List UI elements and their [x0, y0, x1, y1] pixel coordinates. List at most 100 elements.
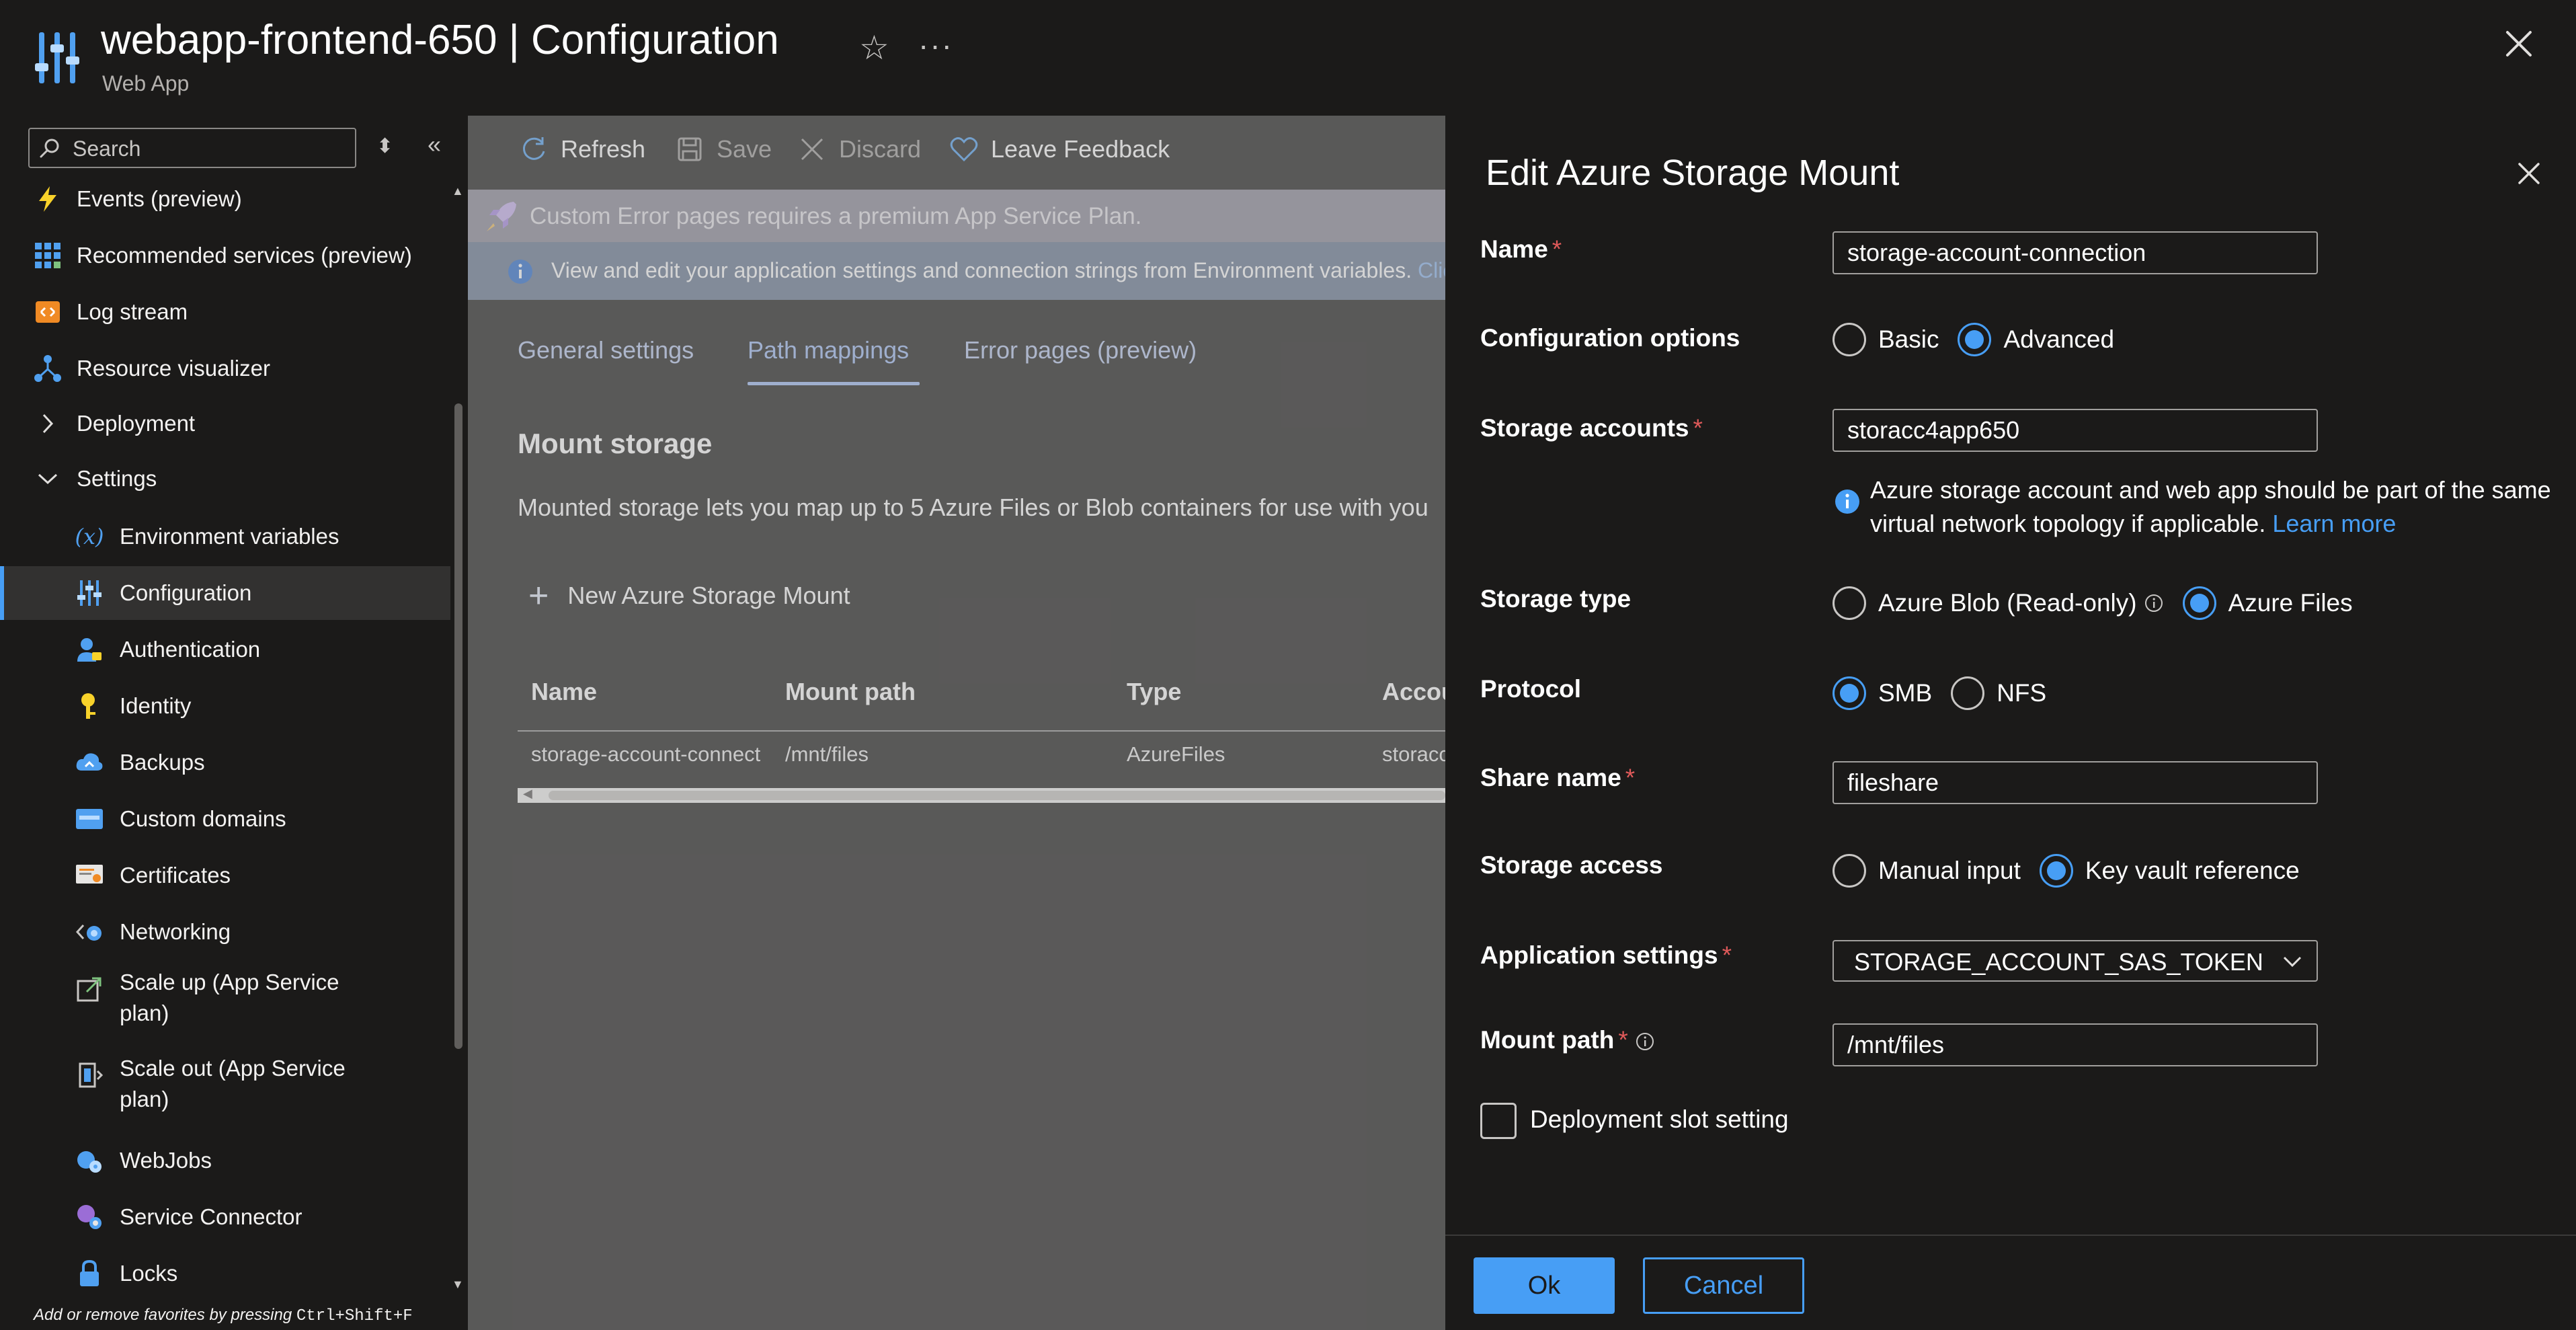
sidebar-item-certificates[interactable]: Certificates	[0, 849, 450, 902]
favorite-star-icon[interactable]: ☆	[859, 28, 889, 67]
storage-accounts-label: Storage accounts *	[1480, 414, 1703, 442]
sidebar-item-label: Log stream	[77, 299, 188, 324]
protocol-nfs-radio[interactable]: NFS	[1951, 676, 2046, 710]
authentication-icon	[75, 635, 104, 664]
radio-circle[interactable]	[2039, 854, 2073, 888]
sidebar-item-label: Scale out (App Service plan)	[120, 1056, 346, 1111]
chevron-down-icon	[2283, 956, 2302, 968]
sidebar-item-scale-out[interactable]: Scale out (App Service plan)	[0, 1046, 450, 1120]
required-marker: *	[1618, 1026, 1628, 1054]
custom-domains-icon	[75, 805, 104, 833]
deployment-slot-label: Deployment slot setting	[1530, 1105, 1789, 1133]
radio-circle[interactable]	[1833, 586, 1866, 620]
resource-visualizer-icon	[34, 354, 62, 383]
mount-path-input[interactable]	[1833, 1023, 2318, 1066]
close-panel-icon[interactable]	[2515, 160, 2542, 187]
sidebar-item-label: Networking	[120, 919, 231, 944]
more-options-icon[interactable]: ···	[918, 27, 953, 63]
protocol-smb-label: SMB	[1878, 679, 1933, 707]
sidebar-item-deployment[interactable]: Deployment	[0, 397, 450, 451]
sidebar-item-scale-up[interactable]: Scale up (App Service plan)	[0, 960, 450, 1034]
page-subtitle: Web App	[102, 71, 190, 95]
application-settings-dropdown[interactable]: STORAGE_ACCOUNT_SAS_TOKEN	[1833, 940, 2318, 982]
favorites-hint: Add or remove favorites by pressing Ctrl…	[34, 1306, 413, 1325]
sidebar-search-input[interactable]	[71, 133, 343, 164]
sort-toggle-icon[interactable]: ⬍	[376, 134, 393, 158]
info-circle-icon[interactable]	[2144, 593, 2164, 613]
application-settings-label: Application settings *	[1480, 941, 1732, 970]
sidebar-scrollbar-thumb[interactable]	[454, 403, 462, 1049]
backups-icon	[75, 748, 104, 777]
sidebar-item-backups[interactable]: Backups	[0, 736, 450, 789]
ok-button[interactable]: Ok	[1474, 1257, 1615, 1314]
scroll-down-arrow-icon[interactable]: ▼	[452, 1278, 464, 1292]
sidebar-item-label: Custom domains	[120, 806, 286, 831]
sidebar-item-log-stream[interactable]: Log stream	[0, 285, 450, 339]
radio-circle[interactable]	[1833, 676, 1866, 710]
lightning-icon	[34, 185, 62, 213]
cancel-button[interactable]: Cancel	[1643, 1257, 1804, 1314]
sidebar-item-identity[interactable]: Identity	[0, 679, 450, 733]
service-connector-icon	[75, 1203, 104, 1231]
application-settings-label-text: Application settings	[1480, 941, 1718, 969]
sidebar-item-service-connector[interactable]: Service Connector	[0, 1190, 450, 1244]
storage-access-keyvault-radio[interactable]: Key vault reference	[2039, 854, 2300, 888]
name-label: Name *	[1480, 235, 1562, 264]
sidebar-item-custom-domains[interactable]: Custom domains	[0, 792, 450, 846]
collapse-sidebar-icon[interactable]: «	[428, 130, 441, 159]
scale-out-icon	[75, 1061, 104, 1089]
storage-accounts-input[interactable]	[1833, 409, 2318, 452]
name-input[interactable]	[1833, 231, 2318, 274]
storage-access-label: Storage access	[1480, 851, 1663, 879]
storage-info-text: Azure storage account and web app should…	[1870, 473, 2569, 541]
storage-accounts-label-text: Storage accounts	[1480, 414, 1689, 442]
sidebar-item-recommended-services[interactable]: Recommended services (preview)	[0, 229, 450, 282]
config-basic-radio[interactable]: Basic	[1833, 323, 1939, 356]
sidebar-item-label: Locks	[120, 1261, 178, 1286]
sidebar-item-settings[interactable]: Settings	[0, 452, 450, 506]
configuration-app-icon	[35, 32, 79, 83]
sidebar-item-environment-variables[interactable]: (x) Environment variables	[0, 510, 450, 563]
sidebar-item-label: Authentication	[120, 637, 261, 662]
storage-access-manual-radio[interactable]: Manual input	[1833, 854, 2021, 888]
sidebar-item-label: Settings	[77, 466, 157, 491]
storage-type-blob-radio[interactable]: Azure Blob (Read-only)	[1833, 586, 2164, 620]
learn-more-link[interactable]: Learn more	[2272, 510, 2396, 537]
name-label-text: Name	[1480, 235, 1548, 263]
sidebar-item-label: Scale up (App Service plan)	[120, 970, 339, 1025]
modal-overlay[interactable]	[468, 116, 1445, 1330]
scroll-up-arrow-icon[interactable]: ▲	[452, 184, 464, 198]
sidebar-item-authentication[interactable]: Authentication	[0, 623, 450, 676]
sidebar-item-label: Configuration	[120, 580, 252, 605]
radio-circle[interactable]	[2182, 586, 2216, 620]
protocol-smb-radio[interactable]: SMB	[1833, 676, 1932, 710]
config-advanced-radio[interactable]: Advanced	[1958, 323, 2114, 356]
sidebar-item-locks[interactable]: Locks	[0, 1247, 450, 1300]
sidebar-item-configuration[interactable]: Configuration	[0, 566, 450, 620]
radio-circle[interactable]	[1951, 676, 1985, 710]
sidebar-item-label: Resource visualizer	[77, 356, 270, 381]
sidebar-item-events[interactable]: Events (preview)	[0, 172, 450, 226]
edit-storage-mount-panel	[1445, 116, 2576, 1330]
radio-circle[interactable]	[1833, 323, 1866, 356]
protocol-nfs-label: NFS	[1997, 679, 2047, 707]
panel-title: Edit Azure Storage Mount	[1486, 153, 1900, 193]
share-name-label: Share name *	[1480, 764, 1635, 792]
radio-circle[interactable]	[1958, 323, 1992, 356]
storage-type-files-radio[interactable]: Azure Files	[2182, 586, 2353, 620]
sidebar-item-resource-visualizer[interactable]: Resource visualizer	[0, 342, 450, 395]
info-circle-icon[interactable]	[1635, 1031, 1655, 1052]
close-page-icon[interactable]	[2502, 27, 2536, 61]
protocol-label: Protocol	[1480, 675, 1582, 703]
sidebar-item-networking[interactable]: Networking	[0, 905, 450, 959]
sidebar-search-box[interactable]	[28, 128, 356, 168]
radio-circle[interactable]	[1833, 854, 1866, 888]
share-name-input[interactable]	[1833, 761, 2318, 804]
deployment-slot-checkbox[interactable]	[1480, 1103, 1517, 1139]
page-title: webapp-frontend-650 | Configuration	[101, 17, 779, 63]
log-stream-icon	[34, 298, 62, 326]
configuration-options-radio-group: Basic Advanced	[1833, 323, 2133, 356]
sidebar-item-label: Backups	[120, 750, 205, 775]
configuration-icon	[75, 579, 104, 607]
sidebar-item-webjobs[interactable]: WebJobs	[0, 1134, 450, 1187]
